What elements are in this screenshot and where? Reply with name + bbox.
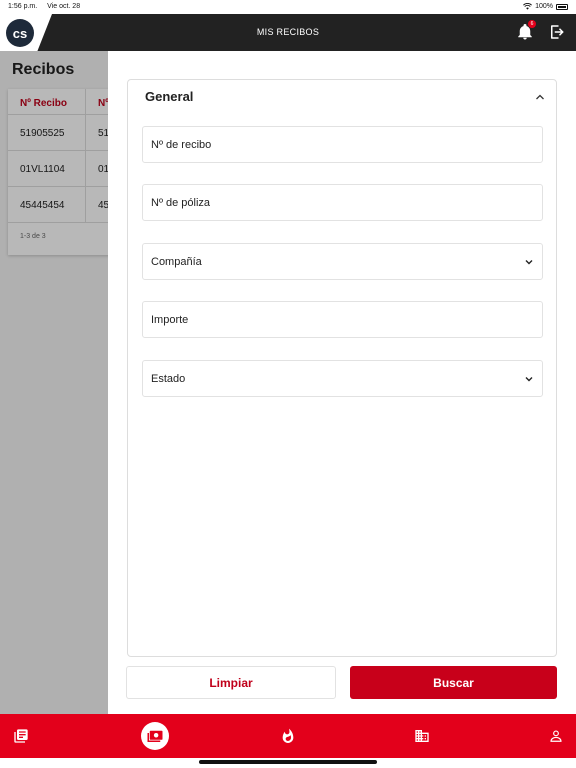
battery-percent: 100% (535, 3, 553, 10)
wifi-icon (523, 3, 533, 10)
field-label: Nº de recibo (151, 139, 212, 151)
notifications-button[interactable]: 6 (516, 20, 536, 41)
status-bar: 1:56 p.m. Vie oct. 28 100% (0, 0, 576, 14)
user-icon (550, 730, 562, 742)
receipt-number-input[interactable]: Nº de recibo (142, 126, 543, 163)
field-label: Nº de póliza (151, 197, 211, 209)
chevron-up-icon (536, 94, 544, 100)
clear-button[interactable]: Limpiar (126, 666, 336, 699)
status-time: 1:56 p.m. (8, 3, 38, 10)
section-title: General (145, 89, 194, 104)
search-button[interactable]: Buscar (350, 666, 557, 699)
filter-drawer: General Nº de recibo Nº de póliza Compañ… (108, 51, 576, 714)
policy-number-input[interactable]: Nº de póliza (142, 184, 543, 221)
fire-icon (282, 728, 294, 743)
notification-badge: 6 (528, 20, 536, 28)
company-select[interactable]: Compañía (142, 243, 543, 280)
status-date: Vie oct. 28 (47, 3, 81, 10)
building-icon (415, 730, 429, 742)
home-indicator-area (0, 758, 576, 768)
status-select[interactable]: Estado (142, 360, 543, 397)
bottom-nav (0, 714, 576, 758)
general-filter-panel: General Nº de recibo Nº de póliza Compañ… (127, 79, 557, 657)
battery-icon (556, 3, 568, 10)
chevron-down-icon (525, 260, 533, 265)
home-indicator[interactable] (199, 760, 377, 764)
document-icon (14, 729, 28, 743)
nav-claims[interactable] (276, 724, 300, 748)
logout-button[interactable] (548, 23, 566, 41)
field-label: Estado (151, 373, 186, 385)
money-icon (147, 730, 163, 742)
field-label: Compañía (151, 256, 202, 268)
nav-profile[interactable] (544, 724, 568, 748)
status-right: 100% (523, 3, 568, 10)
field-label: Importe (151, 314, 189, 326)
chevron-down-icon (525, 377, 533, 382)
collapse-button[interactable] (534, 90, 546, 102)
nav-policies[interactable] (9, 724, 33, 748)
page-title: MIS RECIBOS (256, 27, 320, 37)
nav-offices[interactable] (410, 724, 434, 748)
logout-icon (551, 25, 564, 39)
nav-receipts[interactable] (141, 722, 169, 750)
status-left: 1:56 p.m. Vie oct. 28 (8, 3, 88, 10)
app-header: cs MIS RECIBOS 6 (0, 14, 576, 51)
amount-input[interactable]: Importe (142, 301, 543, 338)
